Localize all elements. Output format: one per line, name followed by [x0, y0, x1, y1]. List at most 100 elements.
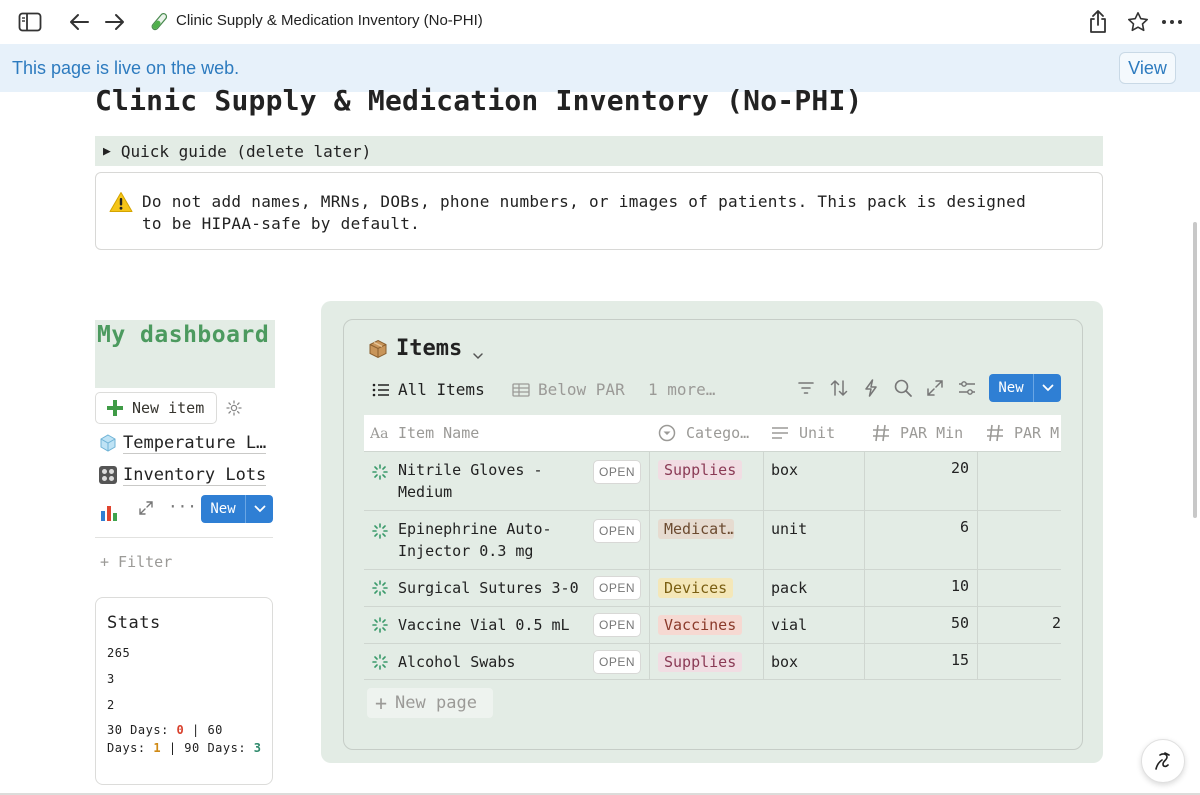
link-label: Temperature L… [123, 432, 267, 454]
tab-label: Below PAR [538, 380, 625, 399]
help-assistant-button[interactable] [1141, 739, 1185, 783]
table-row[interactable]: Surgical Sutures 3-0 OPEN Devices pack 1… [364, 569, 1061, 606]
stats-value: 2 [107, 698, 115, 712]
par-min-cell: 15 [950, 651, 969, 669]
new-record-button[interactable]: New [201, 495, 273, 523]
item-name[interactable]: Nitrile Gloves - Medium [398, 459, 558, 503]
new-page-button[interactable]: + New page [367, 688, 493, 718]
number-type-icon [986, 424, 1004, 442]
open-button[interactable]: OPEN [593, 460, 641, 484]
back-arrow-icon[interactable] [65, 8, 93, 36]
column-item-name[interactable]: Aa Item Name [369, 415, 479, 451]
control-knobs-icon [98, 465, 118, 485]
text-type-icon: Aa [369, 424, 388, 442]
search-icon[interactable] [893, 378, 913, 398]
status-spinner-icon [372, 580, 388, 596]
gear-icon[interactable] [226, 400, 242, 416]
tab-all-items[interactable]: All Items [372, 380, 485, 399]
scrollbar[interactable] [1193, 222, 1197, 518]
star-icon[interactable] [1124, 8, 1152, 36]
share-icon[interactable] [1084, 8, 1112, 36]
svg-text:Aa: Aa [370, 426, 388, 442]
filter-icon[interactable] [796, 378, 816, 398]
table-row[interactable]: Nitrile Gloves - Medium OPEN Supplies bo… [364, 451, 1061, 510]
open-button[interactable]: OPEN [593, 650, 641, 674]
par-min-cell: 50 [950, 614, 969, 632]
column-label: PAR Min [900, 424, 964, 442]
expiry-summary: 30 Days: 0 | 60 Days: 1 | 90 Days: 3 [107, 721, 269, 757]
table-row[interactable]: Alcohol Swabs OPEN Supplies box 15 [364, 643, 1061, 680]
unit-cell: vial [771, 616, 808, 634]
column-unit[interactable]: Unit [771, 415, 835, 451]
table-row[interactable]: Epinephrine Auto-Injector 0.3 mg OPEN Me… [364, 510, 1061, 569]
plus-icon: + [375, 691, 388, 715]
more-options-icon[interactable] [1158, 8, 1186, 36]
unit-cell: box [771, 653, 799, 671]
new-item-db-button[interactable]: New [989, 374, 1061, 402]
par-max-cell: 2 [1051, 614, 1061, 632]
stats-title: Stats [107, 613, 161, 633]
column-label: Catego… [686, 424, 750, 442]
item-name[interactable]: Surgical Sutures 3-0 [398, 577, 598, 599]
count-60-days: 1 [153, 741, 162, 755]
open-button[interactable]: OPEN [593, 519, 641, 543]
column-label: Unit [799, 424, 836, 442]
browser-toolbar: Clinic Supply & Medication Inventory (No… [0, 0, 1200, 44]
expand-icon[interactable] [925, 378, 945, 398]
par-min-cell: 6 [959, 518, 969, 536]
ice-cube-icon [98, 433, 118, 453]
more-icon[interactable]: ··· [168, 497, 197, 516]
tab-below-par[interactable]: Below PAR [512, 380, 625, 399]
live-banner-text: This page is live on the web. [12, 58, 240, 78]
category-tag: Medicat… [658, 519, 734, 539]
stats-value: 265 [107, 646, 131, 660]
database-title-label: Items [396, 336, 463, 361]
label-30-days: 30 Days: [107, 723, 177, 737]
link-inventory-lots[interactable]: Inventory Lots [98, 462, 276, 488]
status-spinner-icon [372, 523, 388, 539]
lightning-icon[interactable] [861, 378, 881, 398]
add-filter-button[interactable]: + Filter [100, 553, 172, 571]
par-min-cell: 20 [950, 459, 969, 477]
new-label: New [998, 380, 1024, 396]
quick-guide-toggle[interactable]: ▶ Quick guide (delete later) [95, 136, 1103, 166]
item-name[interactable]: Epinephrine Auto-Injector 0.3 mg [398, 518, 578, 562]
chevron-down-icon[interactable] [1034, 384, 1061, 392]
open-button[interactable]: OPEN [593, 576, 641, 600]
forward-arrow-icon[interactable] [101, 8, 129, 36]
linked-view-toolbar: ··· New [98, 495, 274, 523]
unit-cell: box [771, 461, 799, 479]
callout-text: Do not add names, MRNs, DOBs, phone numb… [142, 192, 1027, 233]
list-icon [372, 382, 390, 398]
chevron-down-icon[interactable] [246, 505, 273, 513]
tab-label: 1 more… [648, 380, 716, 399]
database-title[interactable]: Items [368, 336, 484, 361]
tab-title: Clinic Supply & Medication Inventory (No… [176, 12, 483, 29]
item-name[interactable]: Vaccine Vial 0.5 mL [398, 614, 588, 636]
status-spinner-icon [372, 464, 388, 480]
toggle-label: Quick guide (delete later) [120, 141, 372, 161]
new-item-label: New item [132, 399, 205, 417]
table-header: Aa Item Name Catego… Unit PAR Min PAR M [364, 415, 1061, 451]
link-label: Inventory Lots [123, 464, 267, 486]
item-name[interactable]: Alcohol Swabs [398, 651, 588, 673]
link-temperature-log[interactable]: Temperature L… [98, 430, 276, 456]
view-button[interactable]: View [1119, 52, 1176, 84]
column-par-max[interactable]: PAR M [986, 415, 1059, 451]
column-category[interactable]: Catego… [658, 415, 749, 451]
chevron-down-icon[interactable] [472, 343, 484, 359]
sidebar-toggle-icon[interactable] [16, 8, 44, 36]
column-par-min[interactable]: PAR Min [872, 415, 963, 451]
tab-more-views[interactable]: 1 more… [648, 380, 715, 399]
sort-icon[interactable] [829, 378, 849, 398]
category-tag: Supplies [658, 652, 743, 672]
open-button[interactable]: OPEN [593, 613, 641, 637]
expand-icon[interactable] [138, 500, 154, 516]
number-type-icon [872, 424, 890, 442]
column-label: PAR M [1014, 424, 1060, 442]
new-item-button[interactable]: New item [95, 392, 217, 424]
table-row[interactable]: Vaccine Vial 0.5 mL OPEN Vaccines vial 5… [364, 606, 1061, 643]
bar-chart-icon [100, 503, 118, 521]
toggle-triangle-icon[interactable]: ▶ [103, 144, 111, 159]
settings-sliders-icon[interactable] [957, 378, 977, 398]
